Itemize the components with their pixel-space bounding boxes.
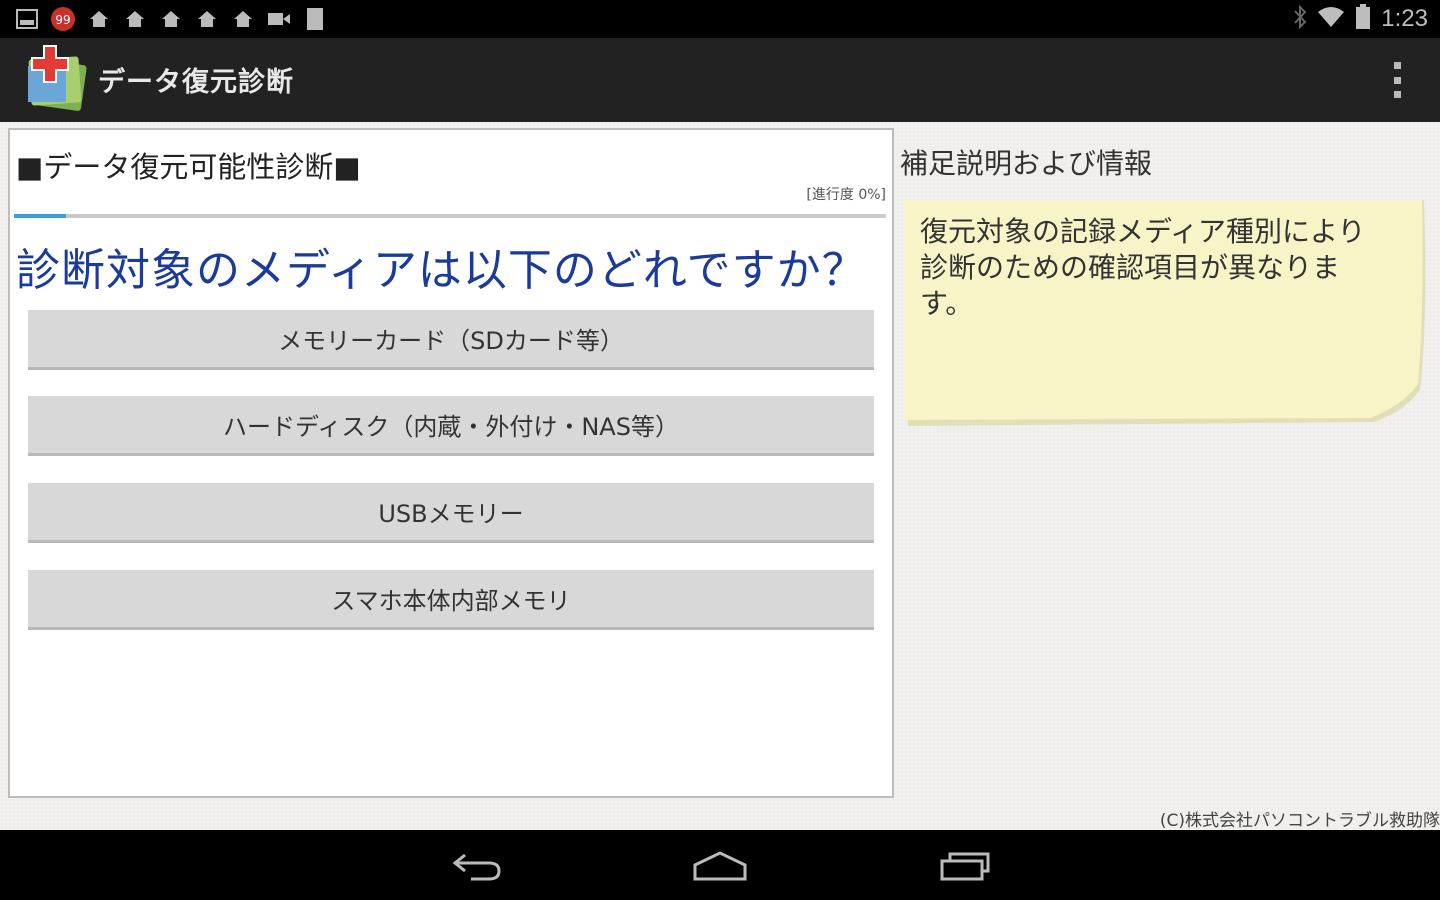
- app-title: データ復元診断: [98, 67, 294, 98]
- home-icon[interactable]: [685, 844, 755, 888]
- note-text: 復元対象の記録メディア種別により診断のための確認項目が異なります。: [920, 215, 1366, 320]
- battery-full-icon: [302, 6, 328, 32]
- action-bar: データ復元診断: [0, 38, 1440, 122]
- image-icon: [14, 6, 40, 32]
- house-icon: [86, 6, 112, 32]
- video-icon: [266, 6, 292, 32]
- overflow-menu-icon[interactable]: [1392, 62, 1402, 98]
- choice-usb-memory-button[interactable]: USBメモリー: [28, 483, 874, 543]
- progress-label: [進行度 0%]: [806, 187, 886, 203]
- back-icon[interactable]: [442, 844, 512, 888]
- svg-text:99: 99: [55, 13, 70, 27]
- clock: 1:23: [1381, 5, 1428, 32]
- diagnosis-panel: ■データ復元可能性診断■ [進行度 0%] 診断対象のメディアは以下のどれですか…: [8, 128, 894, 798]
- section-title: ■データ復元可能性診断■: [16, 150, 361, 184]
- progress-fill: [14, 214, 67, 218]
- house-icon: [122, 6, 148, 32]
- choice-phone-internal-memory-button[interactable]: スマホ本体内部メモリ: [28, 570, 874, 630]
- progress-bar: [14, 214, 886, 218]
- main-content: ■データ復元可能性診断■ [進行度 0%] 診断対象のメディアは以下のどれですか…: [0, 122, 1440, 831]
- navigation-bar: [0, 830, 1440, 900]
- bluetooth-icon: [1293, 4, 1307, 34]
- house-icon: [158, 6, 184, 32]
- house-icon: [194, 6, 220, 32]
- system-status: 1:23: [1293, 4, 1428, 34]
- app-logo-icon[interactable]: [14, 44, 90, 116]
- notification-icons: 99: [14, 6, 328, 32]
- house-icon: [230, 6, 256, 32]
- wifi-icon: [1317, 6, 1345, 32]
- info-title: 補足説明および情報: [900, 147, 1153, 180]
- copyright: (C)株式会社パソコントラブル救助隊: [1159, 811, 1440, 831]
- choice-memory-card-button[interactable]: メモリーカード（SDカード等）: [28, 310, 874, 370]
- choice-hard-disk-button[interactable]: ハードディスク（内蔵・外付け・NAS等）: [28, 396, 874, 456]
- battery-icon: [1355, 4, 1371, 34]
- recent-apps-icon[interactable]: [930, 844, 1000, 888]
- mail-badge-icon: 99: [50, 6, 76, 32]
- question-heading: 診断対象のメディアは以下のどれですか？: [16, 245, 867, 296]
- status-bar: 99 1:23: [0, 0, 1440, 38]
